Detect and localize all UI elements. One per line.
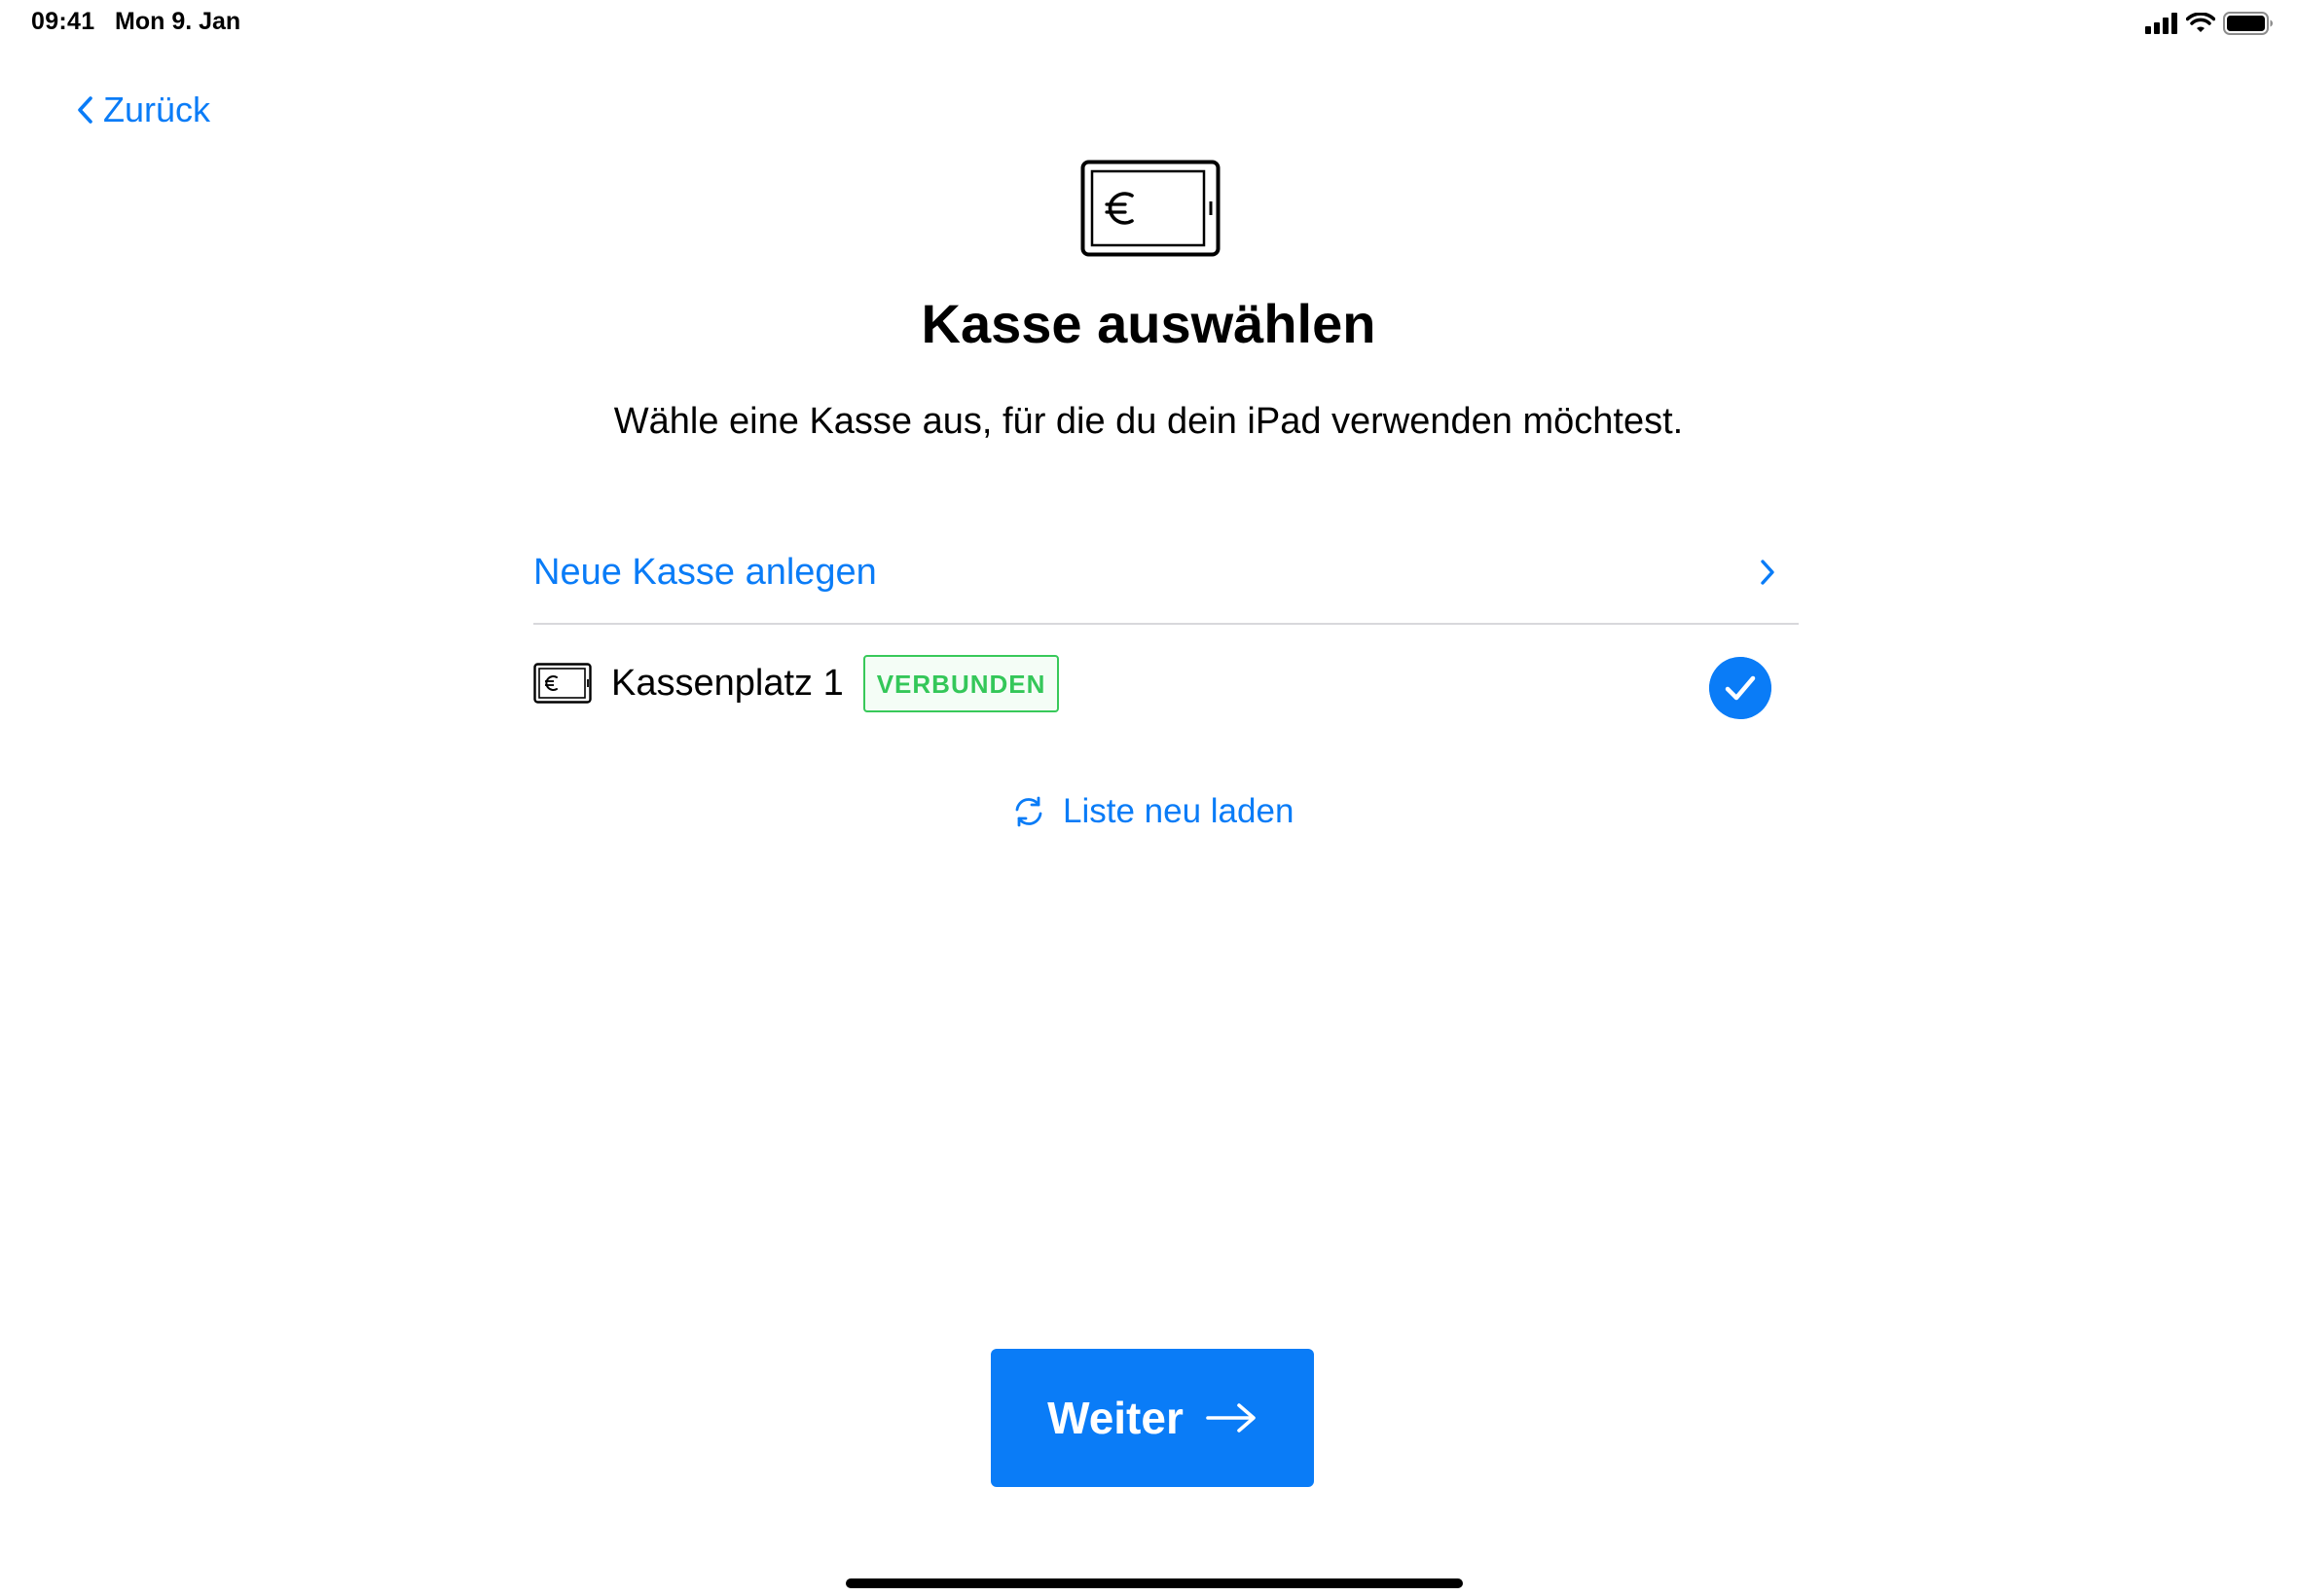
status-time: 09:41 (31, 8, 95, 35)
continue-button[interactable]: Weiter (991, 1349, 1314, 1487)
status-bar: 09:41 Mon 9. Jan (0, 0, 2297, 47)
arrow-right-icon (1206, 1403, 1256, 1433)
wifi-icon (2186, 13, 2215, 32)
chevron-right-icon (1761, 560, 1774, 585)
status-badge: VERBUNDEN (862, 654, 1060, 712)
page-subtitle: Wähle eine Kasse aus, für die du dein iP… (613, 401, 1684, 442)
reload-label: Liste neu laden (1063, 792, 1294, 830)
reload-list-button[interactable]: Liste neu laden (1012, 786, 1294, 837)
chevron-left-icon (78, 96, 92, 124)
refresh-icon (1015, 796, 1042, 827)
cash-register-euro-icon (1080, 160, 1221, 257)
cash-register-euro-icon (533, 663, 592, 704)
continue-label: Weiter (1047, 1393, 1184, 1443)
home-indicator (846, 1578, 1463, 1588)
battery-icon (2223, 12, 2273, 35)
new-register-label: Neue Kasse anlegen (533, 551, 877, 593)
register-row[interactable]: Kassenplatz 1 VERBUNDEN (533, 625, 1799, 742)
register-list: Neue Kasse anlegen Kassenplatz 1 VERBUND… (533, 522, 1799, 742)
cellular-signal-icon (2145, 13, 2177, 34)
status-date: Mon 9. Jan (115, 8, 241, 35)
back-label: Zurück (103, 90, 211, 129)
back-button[interactable]: Zurück (76, 86, 210, 134)
checkmark-circle-icon[interactable] (1709, 657, 1771, 719)
page-title: Kasse auswählen (921, 293, 1376, 354)
register-name: Kassenplatz 1 (611, 662, 844, 704)
new-register-row[interactable]: Neue Kasse anlegen (533, 522, 1799, 625)
status-icons (2145, 11, 2274, 36)
